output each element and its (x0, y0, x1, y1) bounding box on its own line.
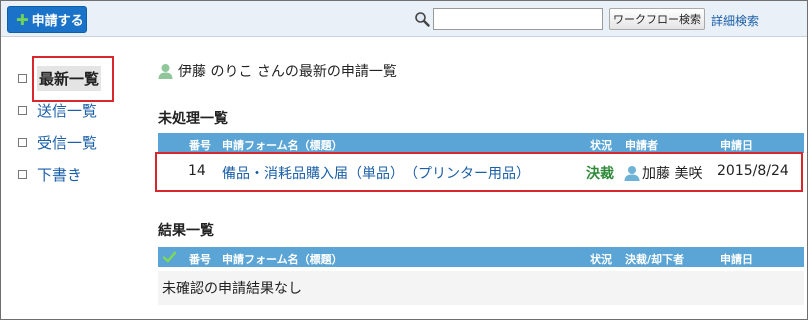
user-heading: 伊藤 のりこ さんの最新の申請一覧 (178, 64, 397, 80)
advanced-search-link[interactable]: 詳細検索 (711, 12, 759, 29)
check-icon[interactable] (163, 251, 176, 263)
highlight-box-sidebar (32, 56, 114, 102)
sidebar-item-drafts[interactable]: 下書き (18, 158, 138, 190)
col-applicant: 申請者 (625, 139, 658, 152)
col-status: 状況 (590, 253, 612, 266)
results-empty-message: 未確認の申請結果なし (158, 271, 804, 305)
col-status: 状況 (590, 139, 612, 152)
col-date: 申請日 (720, 253, 753, 266)
col-date: 申請日 (720, 139, 753, 152)
apply-button[interactable]: ✚ 申請する (7, 6, 87, 33)
plus-icon: ✚ (16, 10, 29, 29)
results-section-title: 結果一覧 (158, 223, 214, 239)
col-number: 番号 (189, 139, 211, 152)
highlight-box-row (155, 152, 803, 192)
page-title: 伊藤 のりこ さんの最新の申請一覧 (158, 61, 397, 81)
user-icon (158, 64, 173, 79)
sidebar-item-label: 下書き (37, 165, 83, 184)
results-table-header: 番号 申請フォーム名（標題） 状況 決裁/却下者 申請日 (158, 247, 804, 267)
square-bullet-icon (18, 105, 27, 115)
col-approver: 決裁/却下者 (625, 253, 685, 266)
col-form-name: 申請フォーム名（標題） (222, 253, 343, 266)
col-number: 番号 (189, 253, 211, 266)
square-bullet-icon (18, 169, 27, 179)
square-bullet-icon (18, 137, 27, 147)
sidebar-item-label: 受信一覧 (37, 133, 98, 152)
search-icon (415, 12, 430, 27)
workflow-search-button[interactable]: ワークフロー検索 (609, 8, 705, 30)
pending-section-title: 未処理一覧 (158, 111, 228, 127)
top-toolbar: ✚ 申請する ワークフロー検索 詳細検索 (1, 1, 807, 37)
pending-table-header: 番号 申請フォーム名（標題） 状況 申請者 申請日 (158, 133, 804, 153)
square-bullet-icon (18, 73, 27, 83)
sidebar-item-label: 送信一覧 (37, 101, 98, 120)
search-input[interactable] (433, 8, 603, 30)
col-form-name: 申請フォーム名（標題） (222, 139, 343, 152)
sidebar-item-received[interactable]: 受信一覧 (18, 126, 138, 158)
apply-button-label: 申請する (31, 14, 84, 29)
